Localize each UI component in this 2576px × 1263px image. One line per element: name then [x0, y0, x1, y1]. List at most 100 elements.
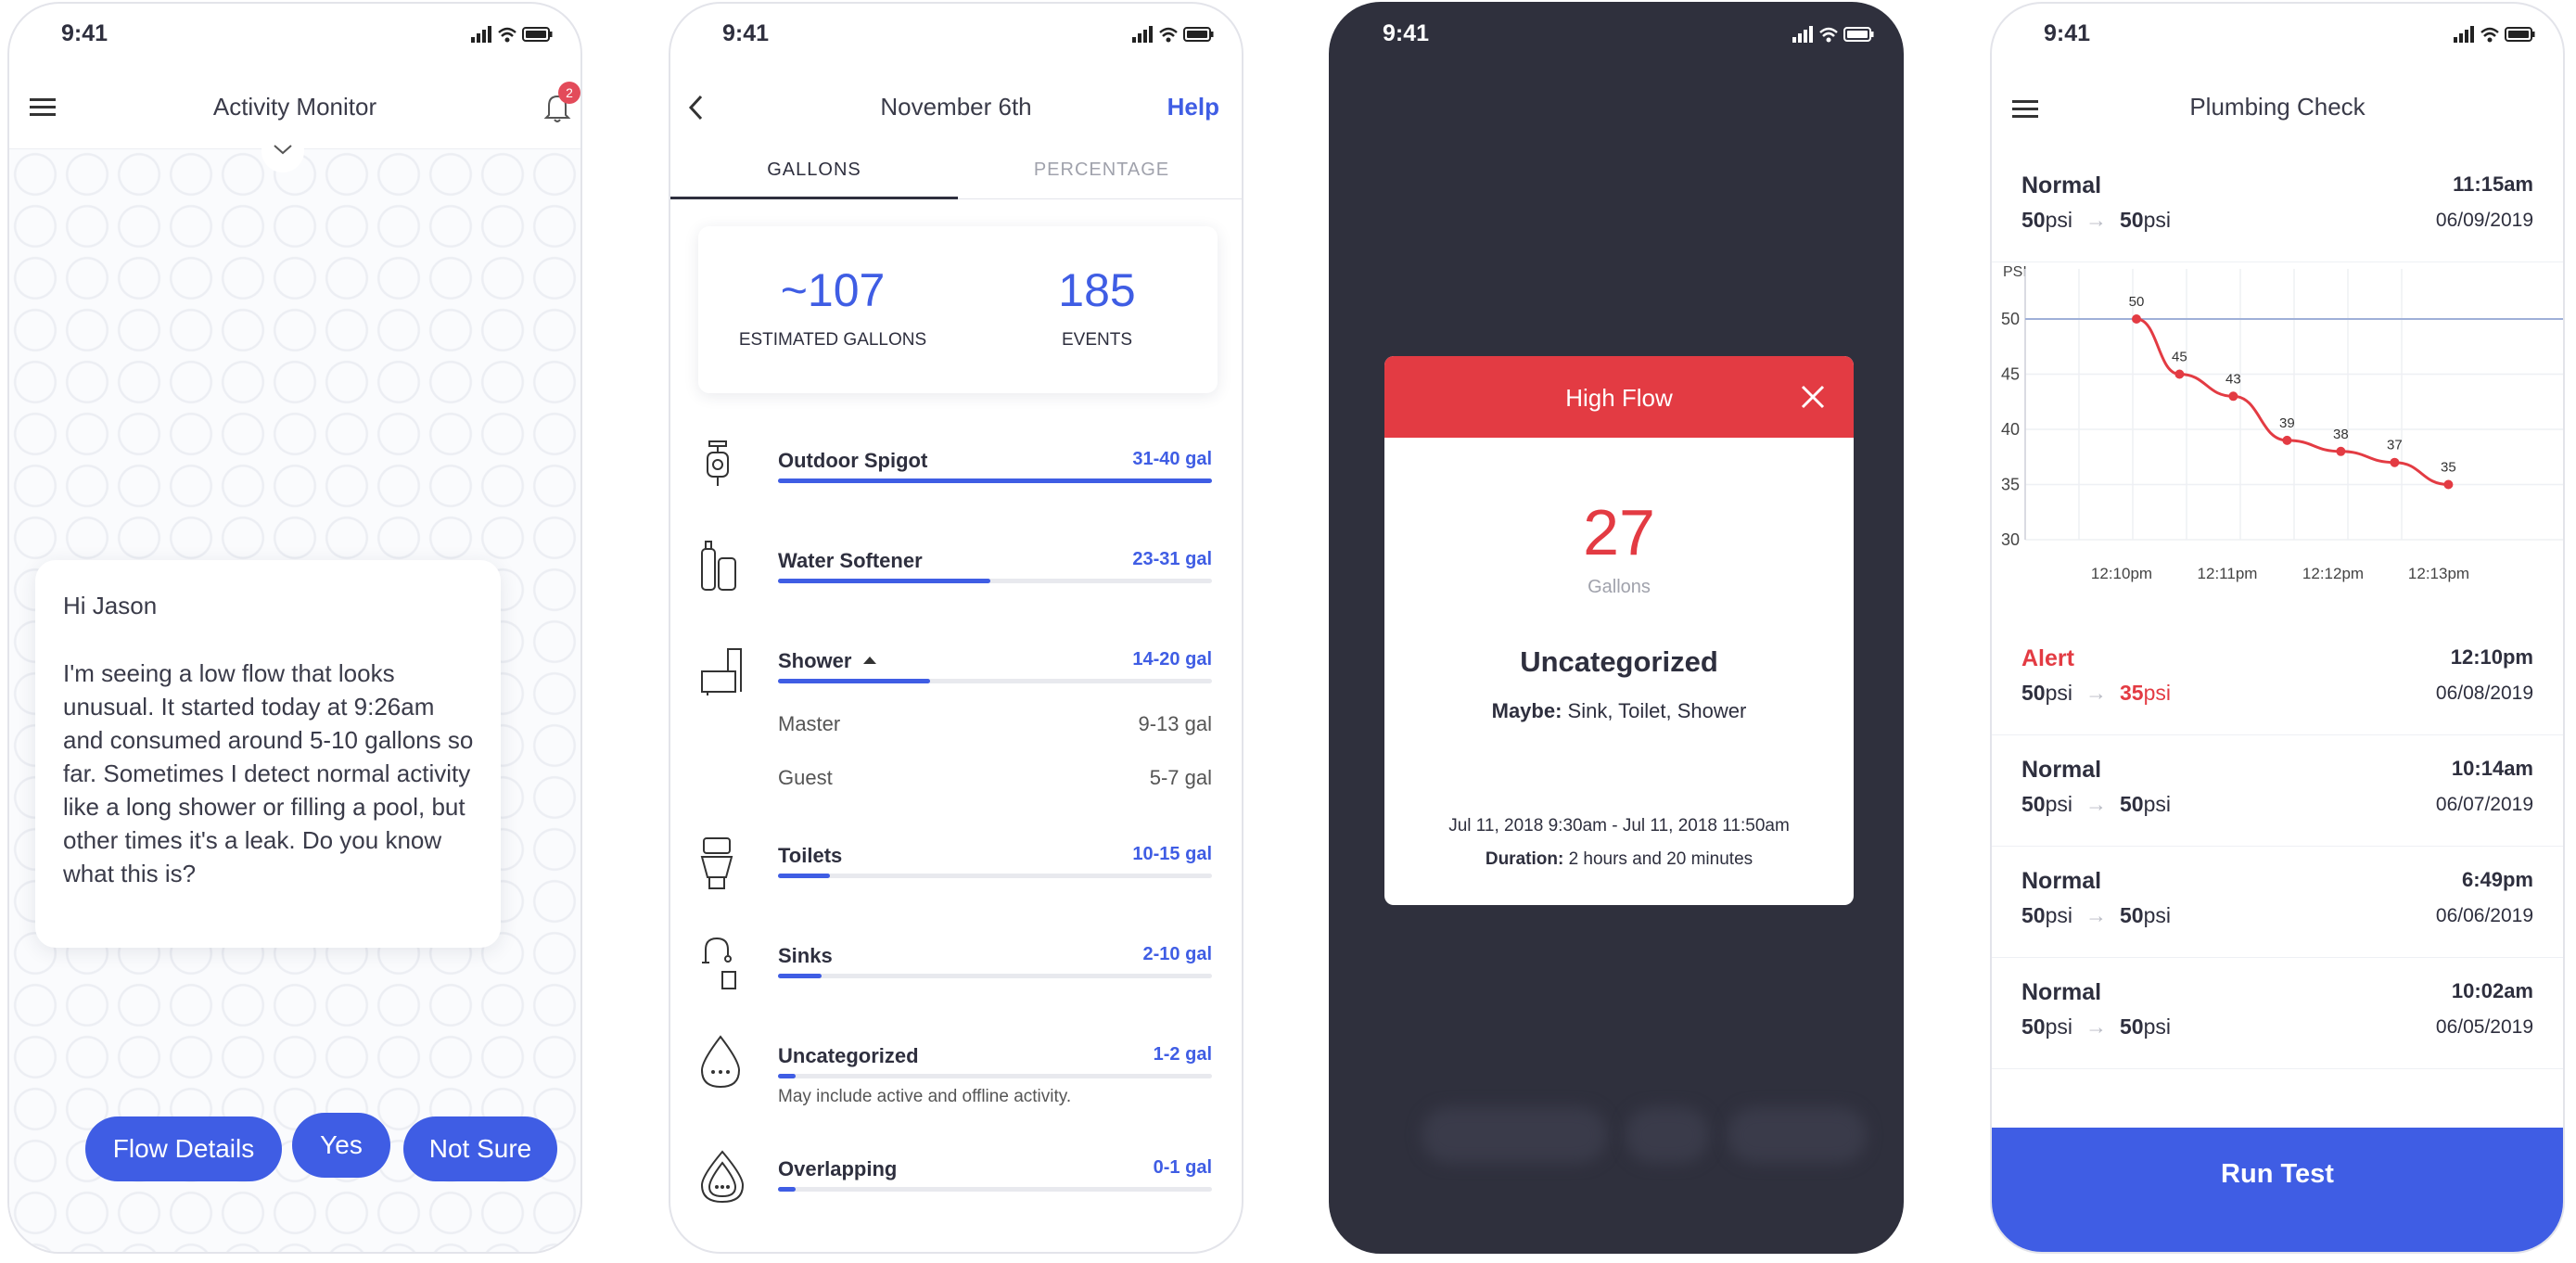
- pressure-unit: psi: [2143, 903, 2171, 927]
- pressure-from: 50: [2021, 681, 2046, 705]
- status-bar: 9:41: [9, 4, 580, 69]
- pressure-unit: psi: [2143, 208, 2171, 232]
- pressure-to: 50: [2120, 1014, 2144, 1039]
- pressure-to: 35: [2120, 681, 2144, 705]
- arrow-right-icon: →: [2085, 681, 2107, 705]
- category-toilets[interactable]: Toilets: [778, 844, 842, 868]
- status-time: 9:41: [1383, 20, 1430, 46]
- header: November 6th Help: [670, 69, 1242, 152]
- duration-value: 2 hours and 20 minutes: [1568, 849, 1753, 869]
- tab-gallons[interactable]: GALLONS: [670, 159, 958, 181]
- test-pressure: 50psi → 35psi: [2021, 681, 2171, 706]
- data-label: 39: [2279, 415, 2295, 431]
- pressure-unit: psi: [2045, 1014, 2072, 1039]
- overlap-droplet-icon: [700, 1150, 745, 1204]
- yes-button[interactable]: Yes: [292, 1113, 390, 1178]
- y-tick-label: 40: [2001, 420, 2020, 439]
- arrow-right-icon: →: [2085, 792, 2107, 816]
- status-bar: 9:41: [1331, 4, 1902, 69]
- arrow-right-icon: →: [2085, 1014, 2107, 1039]
- test-status: Normal: [2021, 757, 2102, 783]
- help-link[interactable]: Help: [1167, 93, 1219, 121]
- category-sinks[interactable]: Sinks: [778, 944, 833, 968]
- bar-fill-toilets: [778, 874, 831, 878]
- test-row[interactable]: Normal 10:02am 50psi → 50psi 06/05/2019: [1992, 959, 2563, 1069]
- test-pressure: 50psi → 50psi: [2021, 1014, 2171, 1040]
- pressure-to: 50: [2120, 903, 2144, 927]
- not-sure-button[interactable]: Not Sure: [403, 1116, 557, 1181]
- flow-unit: Gallons: [1588, 577, 1651, 597]
- status-time: 9:41: [61, 20, 108, 46]
- data-label: 37: [2387, 438, 2403, 453]
- page-title-overlay: Activity Monitor: [212, 93, 377, 121]
- pressure-from: 50: [2021, 903, 2046, 927]
- toilet-icon: [700, 837, 733, 889]
- category-water-softener[interactable]: Water Softener: [778, 549, 923, 573]
- test-date: 06/06/2019: [2435, 905, 2533, 926]
- message-card: Hi Jason I'm seeing a low flow that look…: [35, 560, 501, 948]
- data-point: [2228, 391, 2238, 402]
- subcategory-master: Master: [778, 712, 841, 735]
- bar-fill-shower: [778, 679, 930, 683]
- data-point: [2174, 369, 2185, 379]
- data-label: 38: [2333, 427, 2349, 442]
- close-icon[interactable]: [1800, 384, 1826, 410]
- flow-category: Uncategorized: [1520, 645, 1718, 678]
- range-shower: 14-20 gal: [1132, 649, 1212, 670]
- bar-track-outdoor-spigot: [778, 478, 1212, 483]
- pressure-unit: psi: [2045, 903, 2072, 927]
- chevron-down-icon: [274, 145, 292, 155]
- flow-time-range: Jul 11, 2018 9:30am - Jul 11, 2018 11:50…: [1448, 816, 1790, 836]
- x-tick-label: 12:13pm: [2408, 565, 2469, 582]
- test-row[interactable]: Normal 6:49pm 50psi → 50psi 06/06/2019: [1992, 848, 2563, 958]
- range-water-softener: 23-31 gal: [1132, 549, 1212, 569]
- pressure-to: 50: [2120, 208, 2144, 232]
- droplet-icon: [700, 1035, 741, 1089]
- test-row[interactable]: Normal 10:14am 50psi → 50psi 06/07/2019: [1992, 736, 2563, 847]
- summary-card: ~107 ESTIMATED GALLONS 185 EVENTS: [698, 226, 1218, 393]
- test-row[interactable]: Alert 12:10pm 50psi → 35psi 06/08/2019: [1992, 625, 2563, 735]
- run-test-button[interactable]: Run Test: [1992, 1128, 2563, 1252]
- signal-wifi-battery-icon: [1132, 26, 1214, 43]
- data-label: 45: [2172, 350, 2187, 365]
- estimated-gallons-label: ESTIMATED GALLONS: [738, 330, 927, 350]
- category-outdoor-spigot[interactable]: Outdoor Spigot: [778, 449, 927, 473]
- high-flow-screen: 9:41 High Flow 27 Gallons Uncategorized …: [1329, 2, 1904, 1254]
- test-row[interactable]: Normal 11:15am 50psi → 50psi 06/09/2019: [1992, 152, 2563, 262]
- y-tick-label: 50: [2001, 310, 2020, 328]
- bar-fill-water-softener: [778, 579, 991, 583]
- signal-wifi-battery-icon: [2454, 26, 2535, 43]
- usage-screen: 9:41 November 6th Help GALLONS PERCENTAG…: [669, 2, 1243, 1254]
- blurred-button-placeholder: [1728, 1107, 1867, 1163]
- pressure-from: 50: [2021, 1014, 2046, 1039]
- water-softener-icon: [701, 541, 736, 591]
- category-uncategorized[interactable]: Uncategorized: [778, 1044, 919, 1068]
- category-shower[interactable]: Shower: [778, 649, 851, 673]
- expand-handle[interactable]: [261, 130, 304, 172]
- arrow-right-icon: →: [2085, 208, 2107, 232]
- chart-marks: 50 45 43 39 38 37 35: [2129, 294, 2456, 490]
- activity-monitor-screen: 9:41 Activity Monitor 2 Activity Monitor: [7, 2, 582, 1254]
- events-value: 185: [1058, 264, 1136, 316]
- test-status: Normal: [2021, 979, 2102, 1005]
- caret-up-icon[interactable]: [861, 655, 878, 666]
- subcategory-guest-range: 5-7 gal: [1149, 766, 1212, 789]
- events-label: EVENTS: [1061, 330, 1133, 350]
- flow-details-button[interactable]: Flow Details: [85, 1116, 282, 1181]
- y-tick-label: 35: [2001, 476, 2020, 494]
- range-toilets: 10-15 gal: [1132, 844, 1212, 864]
- data-label: 43: [2225, 371, 2241, 387]
- category-overlapping[interactable]: Overlapping: [778, 1157, 897, 1181]
- data-point: [2282, 435, 2292, 445]
- duration-line: Duration: 2 hours and 20 minutes: [1384, 849, 1854, 870]
- header: Plumbing Check: [1992, 69, 2563, 152]
- bar-fill-overlapping: [778, 1187, 796, 1192]
- test-status: Normal: [2021, 868, 2102, 894]
- x-tick-label: 12:11pm: [2198, 565, 2258, 582]
- y-axis-label: PSI: [2003, 264, 2027, 280]
- pressure-chart: PSI 50 45 40 35 30 12:10pm 12:11pm 12:12pm 12:13p…: [2001, 264, 2563, 582]
- high-flow-modal: High Flow 27 Gallons Uncategorized Maybe…: [1384, 356, 1854, 905]
- tab-percentage[interactable]: PERCENTAGE: [958, 159, 1242, 181]
- duration-label: Duration:: [1485, 849, 1564, 869]
- test-time: 10:14am: [2451, 757, 2533, 780]
